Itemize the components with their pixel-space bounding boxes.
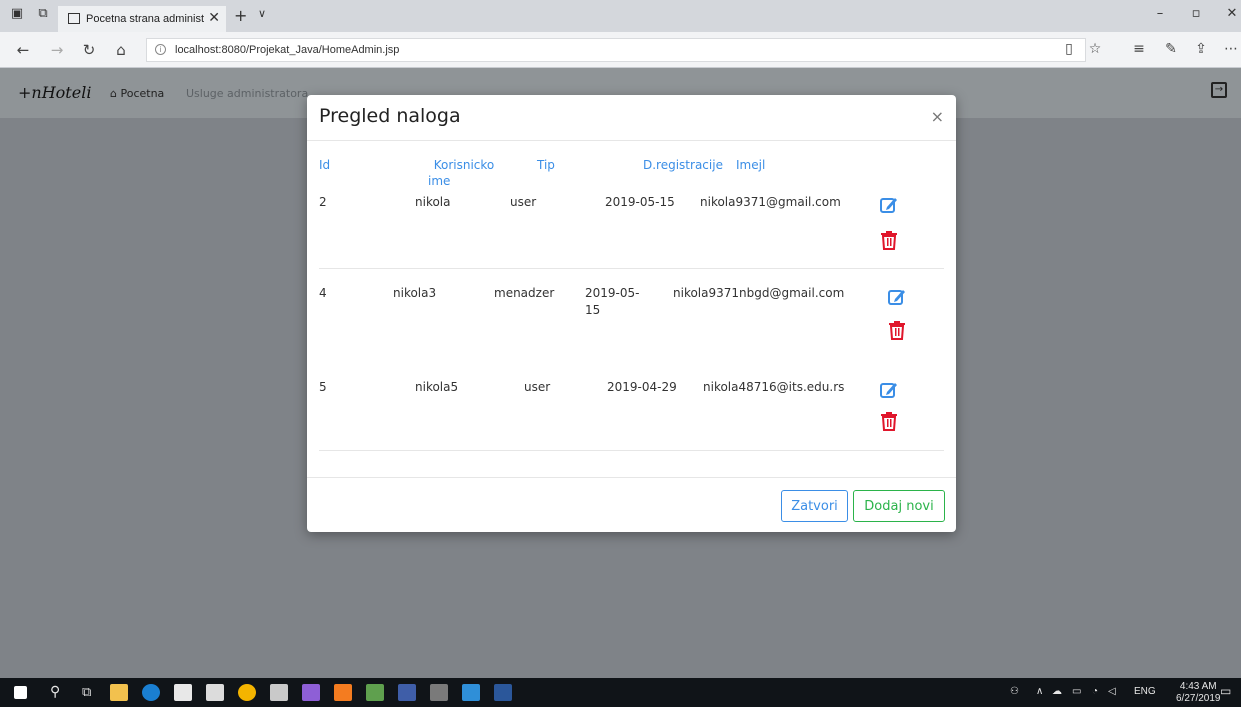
search-icon[interactable]: ⚲ <box>50 683 60 700</box>
tab-sets-icon[interactable]: ▣ <box>10 7 24 21</box>
app-icon[interactable] <box>366 684 384 701</box>
tab-back-icon[interactable]: ⧉ <box>36 7 50 21</box>
browser-tab[interactable]: Pocetna strana administ ✕ <box>58 6 226 32</box>
word-icon[interactable] <box>494 684 512 701</box>
battery-icon[interactable]: ▭ <box>1072 686 1081 697</box>
clock[interactable]: 4:43 AM 6/27/2019 <box>1176 681 1221 705</box>
app-icon[interactable] <box>270 684 288 701</box>
url-text: localhost:8080/Projekat_Java/HomeAdmin.j… <box>175 44 400 56</box>
column-header-reg-date: D.registracije <box>643 158 723 172</box>
nav-home-link[interactable]: ⌂ Pocetna <box>110 87 164 100</box>
column-header-id: Id <box>319 158 331 172</box>
reading-view-icon[interactable]: ▯ <box>1060 41 1078 57</box>
new-tab-icon[interactable]: + <box>234 6 247 25</box>
minimize-icon[interactable]: – <box>1150 6 1170 21</box>
tray-chevron-icon[interactable]: ∧ <box>1036 686 1043 697</box>
maximize-icon[interactable]: ▫ <box>1186 6 1206 21</box>
house-icon: ⌂ <box>110 87 117 100</box>
cell-username: nikola3 <box>393 286 437 300</box>
share-icon[interactable]: ⇪ <box>1192 41 1210 57</box>
back-icon[interactable]: ← <box>14 41 32 59</box>
brand-logo[interactable]: +nHoteli <box>18 83 91 102</box>
file-explorer-icon[interactable] <box>110 684 128 701</box>
windows-start-icon[interactable] <box>14 686 27 699</box>
modal-title: Pregled naloga <box>319 105 461 127</box>
refresh-icon[interactable]: ↻ <box>80 41 98 59</box>
edge-icon[interactable] <box>142 684 160 701</box>
cell-type: menadzer <box>494 286 555 300</box>
forward-icon[interactable]: → <box>48 41 66 59</box>
edit-icon[interactable] <box>887 287 907 307</box>
trash-icon[interactable] <box>880 230 898 250</box>
people-icon[interactable]: ⚇ <box>1010 686 1019 697</box>
cell-type: user <box>524 380 551 394</box>
visual-studio-icon[interactable] <box>302 684 320 701</box>
more-icon[interactable]: ⋯ <box>1222 41 1240 57</box>
window-close-icon[interactable]: ✕ <box>1222 6 1241 21</box>
windows-taskbar: ⚲ ⧉ ⚇ ∧ ☁ ▭ ◔ ◁ ENG 4:43 AM 6/27/2019 ▭ <box>0 678 1241 707</box>
close-button[interactable]: Zatvori <box>781 490 848 522</box>
column-header-username: Korisnicko ime <box>428 158 495 188</box>
wifi-icon[interactable]: ◔ <box>1092 686 1098 697</box>
row-divider <box>319 450 944 451</box>
favorite-star-icon[interactable]: ☆ <box>1086 41 1104 57</box>
notifications-icon[interactable]: ▭ <box>1220 684 1231 698</box>
modal-footer: Zatvori Dodaj novi <box>307 477 956 532</box>
virtualbox-icon[interactable] <box>462 684 480 701</box>
cell-type: user <box>510 195 537 209</box>
cell-email: nikola9371nbgd@gmail.com <box>673 286 845 300</box>
column-header-email: Imejl <box>736 158 766 172</box>
cell-id: 5 <box>319 380 327 394</box>
accounts-modal: Pregled naloga × Id Korisnicko ime Tip D… <box>307 95 956 532</box>
column-header-type: Tip <box>537 158 555 172</box>
browser-address-bar: ← → ↻ ⌂ i localhost:8080/Projekat_Java/H… <box>0 32 1241 68</box>
volume-icon[interactable]: ◁ <box>1108 686 1116 697</box>
home-icon[interactable]: ⌂ <box>112 41 130 59</box>
info-icon[interactable]: i <box>155 44 166 55</box>
edit-icon[interactable] <box>879 380 899 400</box>
cell-reg-date: 2019-05- 15 <box>585 286 640 317</box>
cell-id: 2 <box>319 195 327 209</box>
chrome-icon[interactable] <box>238 684 256 701</box>
trash-icon[interactable] <box>888 320 906 340</box>
add-new-button[interactable]: Dodaj novi <box>853 490 945 522</box>
xampp-icon[interactable] <box>334 684 352 701</box>
browser-tab-bar: ▣ ⧉ Pocetna strana administ ✕ + ∨ – ▫ ✕ <box>0 0 1241 32</box>
page-icon <box>68 13 80 24</box>
language-indicator[interactable]: ENG <box>1134 686 1156 697</box>
terminal-icon[interactable] <box>430 684 448 701</box>
nav-services-dropdown[interactable]: Usluge administratora <box>186 87 308 100</box>
notes-pen-icon[interactable]: ✎ <box>1162 41 1180 57</box>
cell-reg-date: 2019-05-15 <box>605 195 675 209</box>
modal-close-icon[interactable]: × <box>931 107 944 126</box>
tab-close-icon[interactable]: ✕ <box>208 9 220 26</box>
tab-title: Pocetna strana administ <box>86 13 205 25</box>
favorites-hub-icon[interactable]: ≡ <box>1130 41 1148 57</box>
task-view-icon[interactable]: ⧉ <box>82 684 91 700</box>
store-icon[interactable] <box>174 684 192 701</box>
tab-list-chevron-icon[interactable]: ∨ <box>258 7 266 20</box>
mail-icon[interactable] <box>206 684 224 701</box>
cell-username: nikola5 <box>415 380 459 394</box>
onedrive-icon[interactable]: ☁ <box>1052 686 1062 697</box>
vs-code-icon[interactable] <box>398 684 416 701</box>
cell-email: nikola48716@its.edu.rs <box>703 380 845 394</box>
row-divider <box>319 268 944 269</box>
modal-header: Pregled naloga × <box>307 95 956 141</box>
cell-id: 4 <box>319 286 327 300</box>
logout-icon[interactable]: → <box>1211 82 1227 98</box>
cell-email: nikola9371@gmail.com <box>700 195 841 209</box>
trash-icon[interactable] <box>880 411 898 431</box>
cell-username: nikola <box>415 195 451 209</box>
edit-icon[interactable] <box>879 195 899 215</box>
cell-reg-date: 2019-04-29 <box>607 380 677 394</box>
url-input[interactable]: i localhost:8080/Projekat_Java/HomeAdmin… <box>146 38 1086 62</box>
